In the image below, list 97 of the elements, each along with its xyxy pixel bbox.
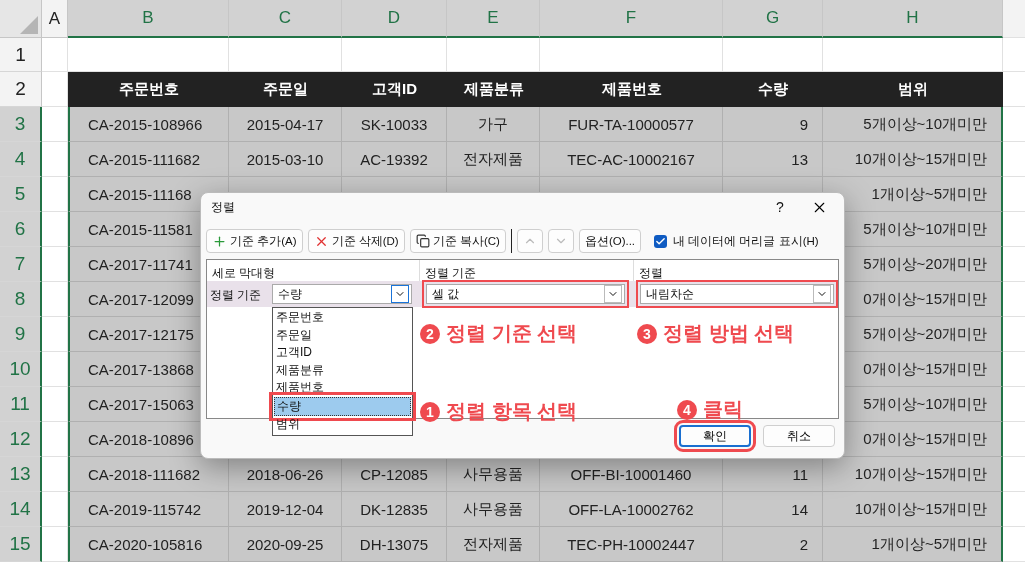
table-cell: 10개이상~15개미만 xyxy=(823,492,1003,527)
row-header[interactable]: 10 xyxy=(0,352,42,387)
order-dropdown[interactable]: 내림차순 xyxy=(640,284,834,304)
delete-button[interactable]: 기준 삭제(D) xyxy=(307,229,405,253)
row-header[interactable]: 2 xyxy=(0,72,42,107)
dropdown-option[interactable]: 범위 xyxy=(274,416,411,434)
column-title: 제품분류 xyxy=(447,72,540,107)
step-number: 4 xyxy=(677,399,697,420)
table-cell: 1개이상~5개미만 xyxy=(823,527,1003,562)
step-number: 1 xyxy=(420,401,440,422)
row-header[interactable]: 4 xyxy=(0,142,42,177)
add-button[interactable]: 기준 추가(A) xyxy=(206,229,303,253)
table-cell: CA-2015-108966 xyxy=(68,107,229,142)
row-header[interactable]: 15 xyxy=(0,527,42,562)
table-cell: 1개이상~5개미만 xyxy=(823,177,1003,212)
column-header[interactable]: H xyxy=(823,0,1003,38)
table-cell: SK-10033 xyxy=(342,107,447,142)
column-title: 주문번호 xyxy=(68,72,229,107)
row-header[interactable]: 14 xyxy=(0,492,42,527)
table-cell: CA-2018-111682 xyxy=(68,457,229,492)
table-cell: OFF-LA-10002762 xyxy=(540,492,723,527)
row-header[interactable]: 6 xyxy=(0,212,42,247)
step-number: 3 xyxy=(637,323,657,344)
table-cell: CP-12085 xyxy=(342,457,447,492)
checkbox-label: 내 데이터에 머리글 표시(H) xyxy=(673,233,819,249)
table-cell: 사무용품 xyxy=(447,457,540,492)
dropdown-option[interactable]: 제품번호 xyxy=(274,379,411,397)
table-cell: 가구 xyxy=(447,107,540,142)
dropdown-option[interactable]: 제품분류 xyxy=(274,361,411,379)
annotation-text: 정렬 방법 선택 xyxy=(663,321,795,346)
row-header[interactable]: 12 xyxy=(0,422,42,457)
column-header[interactable]: B xyxy=(68,0,229,38)
table-cell: 2015-04-17 xyxy=(229,107,342,142)
table-cell: OFF-BI-10001460 xyxy=(540,457,723,492)
triangle-icon xyxy=(20,16,38,34)
chevron-icon xyxy=(813,285,831,303)
select-all-corner[interactable] xyxy=(0,0,42,38)
column-title: 범위 xyxy=(823,72,1003,107)
column-title: 수량 xyxy=(723,72,823,107)
table-cell: 사무용품 xyxy=(447,492,540,527)
table-cell: DH-13075 xyxy=(342,527,447,562)
table-cell: 10개이상~15개미만 xyxy=(823,457,1003,492)
row-header[interactable]: 5 xyxy=(0,177,42,212)
options-button[interactable]: 옵션(O)... xyxy=(578,229,642,253)
column-header[interactable]: G xyxy=(723,0,823,38)
annotation-text: 정렬 기준 선택 xyxy=(446,321,578,346)
column-header[interactable]: C xyxy=(229,0,342,38)
annotation-text: 정렬 항목 선택 xyxy=(446,399,578,424)
chevron-icon xyxy=(604,285,622,303)
cancel-button[interactable]: 취소 xyxy=(763,425,835,447)
column-title: 제품번호 xyxy=(540,72,723,107)
step-number: 2 xyxy=(420,323,440,344)
row-header[interactable]: 9 xyxy=(0,317,42,352)
copy-icon xyxy=(415,234,430,248)
table-cell: 2020-09-25 xyxy=(229,527,342,562)
table-cell: 11 xyxy=(723,457,823,492)
table-cell: CA-2015-111682 xyxy=(68,142,229,177)
help-button[interactable]: ? xyxy=(760,199,800,215)
header-checkbox[interactable] xyxy=(654,234,668,248)
table-cell: 2 xyxy=(723,527,823,562)
dropdown-option[interactable]: 주문일 xyxy=(274,326,411,344)
row-header[interactable]: 3 xyxy=(0,107,42,142)
row-header[interactable]: 11 xyxy=(0,387,42,422)
column-header[interactable]: F xyxy=(540,0,723,38)
table-cell: CA-2019-115742 xyxy=(68,492,229,527)
sort-on-dropdown[interactable]: 셀 값 xyxy=(426,284,625,304)
table-cell: 2018-06-26 xyxy=(229,457,342,492)
row-header[interactable]: 7 xyxy=(0,247,42,282)
table-cell: 9 xyxy=(723,107,823,142)
row-header[interactable]: 13 xyxy=(0,457,42,492)
dropdown-option[interactable]: 주문번호 xyxy=(274,309,411,327)
plus-icon xyxy=(212,233,227,249)
column-dropdown[interactable]: 수량 xyxy=(272,284,412,304)
table-cell: TEC-AC-10002167 xyxy=(540,142,723,177)
dropdown-option[interactable]: 고객ID xyxy=(274,344,411,362)
column-header[interactable]: A xyxy=(42,0,68,38)
table-cell: 2019-12-04 xyxy=(229,492,342,527)
annotation-text: 클릭 xyxy=(703,397,743,422)
row-header[interactable]: 1 xyxy=(0,38,42,72)
column-header[interactable]: D xyxy=(342,0,447,38)
table-cell: TEC-PH-10002447 xyxy=(540,527,723,562)
copy-button[interactable]: 기준 복사(C) xyxy=(409,229,506,253)
table-cell: CA-2020-105816 xyxy=(68,527,229,562)
column-title: 주문일 xyxy=(229,72,342,107)
table-cell: FUR-TA-10000577 xyxy=(540,107,723,142)
table-cell: 2015-03-10 xyxy=(229,142,342,177)
table-cell: 전자제품 xyxy=(447,527,540,562)
column-title: 고객ID xyxy=(342,72,447,107)
table-cell: 14 xyxy=(723,492,823,527)
row-header[interactable]: 8 xyxy=(0,282,42,317)
column-header[interactable]: E xyxy=(447,0,540,38)
table-cell: 10개이상~15개미만 xyxy=(823,142,1003,177)
table-cell: 전자제품 xyxy=(447,142,540,177)
table-cell: AC-19392 xyxy=(342,142,447,177)
table-cell: DK-12835 xyxy=(342,492,447,527)
table-cell: 13 xyxy=(723,142,823,177)
table-cell: 5개이상~10개미만 xyxy=(823,107,1003,142)
